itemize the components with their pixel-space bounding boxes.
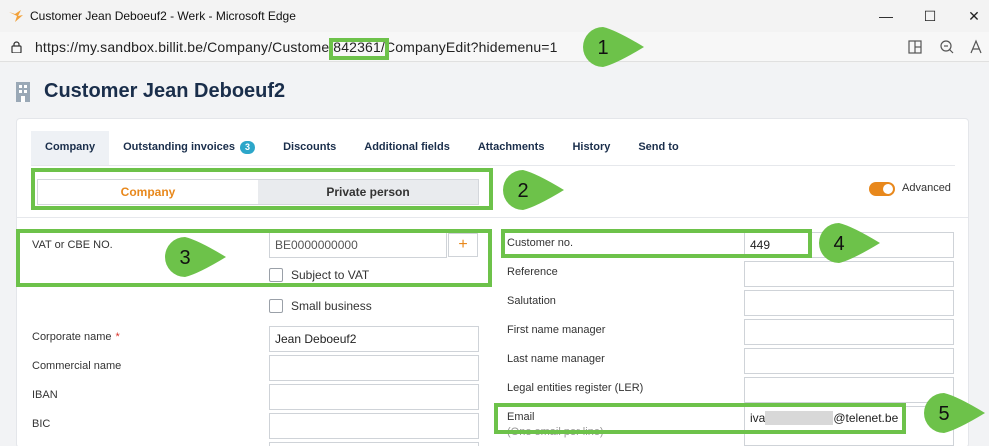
url-prefix: https://my.sandbox.billit.be/Company/Cus… (35, 39, 330, 55)
last-name-label: Last name manager (507, 353, 605, 365)
callout-4-icon: 4 (819, 223, 880, 263)
close-button[interactable]: ✕ (964, 6, 984, 26)
page-title: Customer Jean Deboeuf2 (44, 80, 286, 102)
tab-additional-fields[interactable]: Additional fields (350, 131, 464, 165)
callout-3-icon: 3 (165, 237, 226, 277)
url-suffix: CompanyEdit?hidemenu=1 (384, 39, 558, 55)
zoom-out-icon[interactable] (938, 38, 956, 56)
building-icon (16, 81, 30, 102)
commercial-name-label: Commercial name (32, 360, 122, 372)
tab-company[interactable]: Company (31, 131, 110, 165)
small-business-checkbox[interactable] (269, 299, 283, 313)
callout-number: 5 (938, 403, 949, 425)
maximize-button[interactable]: ☐ (920, 6, 940, 26)
ler-label: Legal entities register (LER) (507, 382, 644, 394)
tab-label: Send to (638, 141, 679, 153)
count-badge: 3 (240, 141, 256, 154)
commercial-name-input[interactable] (269, 355, 479, 381)
address-bar[interactable]: https://my.sandbox.billit.be/Company/Cus… (0, 32, 989, 62)
divider (31, 165, 955, 166)
tab-label: Attachments (477, 141, 545, 153)
highlight-url-id (329, 38, 389, 60)
tab-label: Company (45, 141, 96, 153)
tab-label: Outstanding invoices (123, 141, 235, 153)
read-aloud-icon[interactable] (968, 38, 986, 56)
first-name-input[interactable] (744, 319, 954, 345)
tab-attachments[interactable]: Attachments (464, 131, 559, 165)
last-name-input[interactable] (744, 348, 954, 374)
tab-label: Additional fields (364, 141, 450, 153)
tab-history[interactable]: History (558, 131, 624, 165)
callout-5-icon: 5 (924, 393, 985, 433)
salutation-input[interactable] (744, 290, 954, 316)
callout-1-icon: 1 (583, 27, 644, 67)
corporate-name-input[interactable] (269, 326, 479, 352)
iban-input[interactable] (269, 384, 479, 410)
tab-send-to[interactable]: Send to (624, 131, 692, 165)
tab-label: History (572, 141, 611, 153)
iban-label: IBAN (32, 389, 58, 401)
highlight-vat (16, 229, 492, 287)
bic-label: BIC (32, 418, 51, 430)
small-business-label: Small business (291, 299, 372, 313)
tab-label: Discounts (283, 141, 337, 153)
reference-label: Reference (507, 266, 558, 278)
corporate-name-label: Corporate name * (32, 331, 120, 343)
extra-input[interactable] (269, 442, 479, 446)
highlight-customer-no (501, 229, 812, 258)
callout-2-icon: 2 (503, 170, 564, 210)
tab-discounts[interactable]: Discounts (269, 131, 350, 165)
minimize-button[interactable]: — (876, 6, 896, 26)
callout-number: 2 (517, 180, 528, 202)
callout-number: 1 (597, 37, 608, 59)
window-titlebar: Customer Jean Deboeuf2 - Werk - Microsof… (0, 0, 989, 32)
app-logo-icon (9, 10, 23, 22)
first-name-label: First name manager (507, 324, 606, 336)
label-text: Corporate name (32, 331, 112, 343)
required-mark: * (115, 331, 120, 343)
url-text[interactable]: https://my.sandbox.billit.be/Company/Cus… (35, 39, 558, 55)
bic-input[interactable] (269, 413, 479, 439)
advanced-toggle[interactable] (869, 182, 895, 196)
divider (17, 217, 968, 218)
highlight-entity-switch (31, 168, 493, 210)
tab-outstanding-invoices[interactable]: Outstanding invoices 3 (109, 131, 269, 165)
tab-bar: Company Outstanding invoices 3 Discounts… (31, 131, 693, 165)
page-header: Customer Jean Deboeuf2 (14, 80, 285, 103)
lock-icon (11, 41, 22, 53)
salutation-label: Salutation (507, 295, 556, 307)
highlight-email (494, 403, 906, 434)
callout-number: 4 (833, 233, 844, 255)
split-screen-icon[interactable] (906, 38, 924, 56)
window-title: Customer Jean Deboeuf2 - Werk - Microsof… (30, 9, 296, 23)
advanced-label: Advanced (902, 182, 951, 194)
reference-input[interactable] (744, 261, 954, 287)
callout-number: 3 (179, 247, 190, 269)
